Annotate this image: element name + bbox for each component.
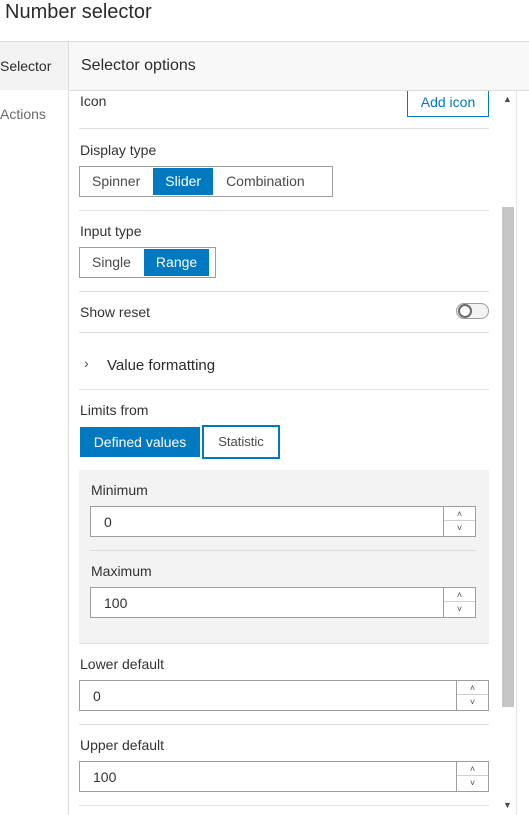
upper-default-label: Upper default: [80, 737, 165, 753]
lower-default-stepper: ˄ ˅: [456, 681, 488, 710]
display-type-label: Display type: [80, 142, 157, 158]
display-type-spinner[interactable]: Spinner: [80, 167, 152, 196]
display-type-slider[interactable]: Slider: [152, 167, 215, 196]
lower-default-field[interactable]: 0 ˄ ˅: [79, 680, 489, 711]
maximum-label: Maximum: [91, 563, 152, 579]
triangle-up-icon[interactable]: ▲: [503, 94, 512, 104]
divider: [79, 128, 489, 129]
panel-header: Selector options: [69, 42, 529, 91]
limits-from-label: Limits from: [80, 402, 149, 418]
selector-options-content: Icon Add icon Display type Spinner Slide…: [69, 91, 500, 815]
chevron-down-icon[interactable]: ˅: [444, 521, 475, 535]
maximum-value: 100: [104, 595, 128, 611]
lower-default-value: 0: [93, 688, 101, 704]
divider: [90, 550, 476, 551]
tab-selector[interactable]: Selector: [0, 42, 68, 90]
input-type-label: Input type: [80, 223, 142, 239]
chevron-up-icon[interactable]: ˄: [457, 762, 488, 776]
maximum-stepper: ˄ ˅: [443, 588, 475, 617]
display-type-segmented: Spinner Slider Combination: [79, 166, 333, 197]
upper-default-stepper: ˄ ˅: [456, 762, 488, 791]
chevron-down-icon[interactable]: ˅: [457, 695, 488, 709]
limits-statistic-button[interactable]: Statistic: [202, 425, 280, 459]
toggle-knob: [458, 304, 472, 318]
chevron-right-icon[interactable]: ›: [84, 355, 89, 371]
limits-group: Minimum 0 ˄ ˅ Maximum 100 ˄ ˅: [79, 470, 489, 644]
chevron-up-icon[interactable]: ˄: [444, 588, 475, 602]
limits-defined-values-button[interactable]: Defined values: [80, 427, 200, 457]
minimum-field[interactable]: 0 ˄ ˅: [90, 506, 476, 537]
display-type-combination[interactable]: Combination: [214, 167, 317, 196]
triangle-down-icon[interactable]: ▼: [503, 800, 512, 810]
upper-default-value: 100: [93, 769, 117, 785]
window-title: Number selector: [5, 1, 152, 23]
minimum-label: Minimum: [91, 482, 148, 498]
divider: [79, 210, 489, 211]
minimum-value: 0: [104, 514, 112, 530]
upper-default-field[interactable]: 100 ˄ ˅: [79, 761, 489, 792]
lower-default-label: Lower default: [80, 656, 165, 672]
chevron-down-icon[interactable]: ˅: [444, 602, 475, 616]
add-icon-button[interactable]: Add icon: [407, 91, 489, 117]
maximum-field[interactable]: 100 ˄ ˅: [90, 587, 476, 618]
show-reset-label: Show reset: [80, 304, 151, 320]
input-type-single[interactable]: Single: [80, 248, 143, 277]
chevron-up-icon[interactable]: ˄: [457, 681, 488, 695]
scrollbar-thumb[interactable]: [502, 207, 514, 707]
divider: [79, 389, 489, 390]
divider: [79, 724, 489, 725]
tab-actions[interactable]: Actions: [0, 90, 68, 138]
tab-selector-label: Selector: [0, 58, 52, 74]
panel-title: Selector options: [81, 57, 196, 74]
tab-actions-label: Actions: [0, 106, 46, 122]
divider: [79, 332, 489, 333]
chevron-up-icon[interactable]: ˄: [444, 507, 475, 521]
input-type-segmented: Single Range: [79, 247, 216, 278]
chevron-down-icon[interactable]: ˅: [457, 776, 488, 790]
show-reset-toggle[interactable]: [456, 303, 489, 319]
divider: [79, 805, 489, 806]
value-formatting-label[interactable]: Value formatting: [107, 357, 215, 374]
minimum-stepper: ˄ ˅: [443, 507, 475, 536]
panel-right-gutter: [516, 91, 529, 815]
icon-label: Icon: [80, 93, 107, 109]
input-type-range[interactable]: Range: [142, 248, 211, 277]
divider: [79, 291, 489, 292]
